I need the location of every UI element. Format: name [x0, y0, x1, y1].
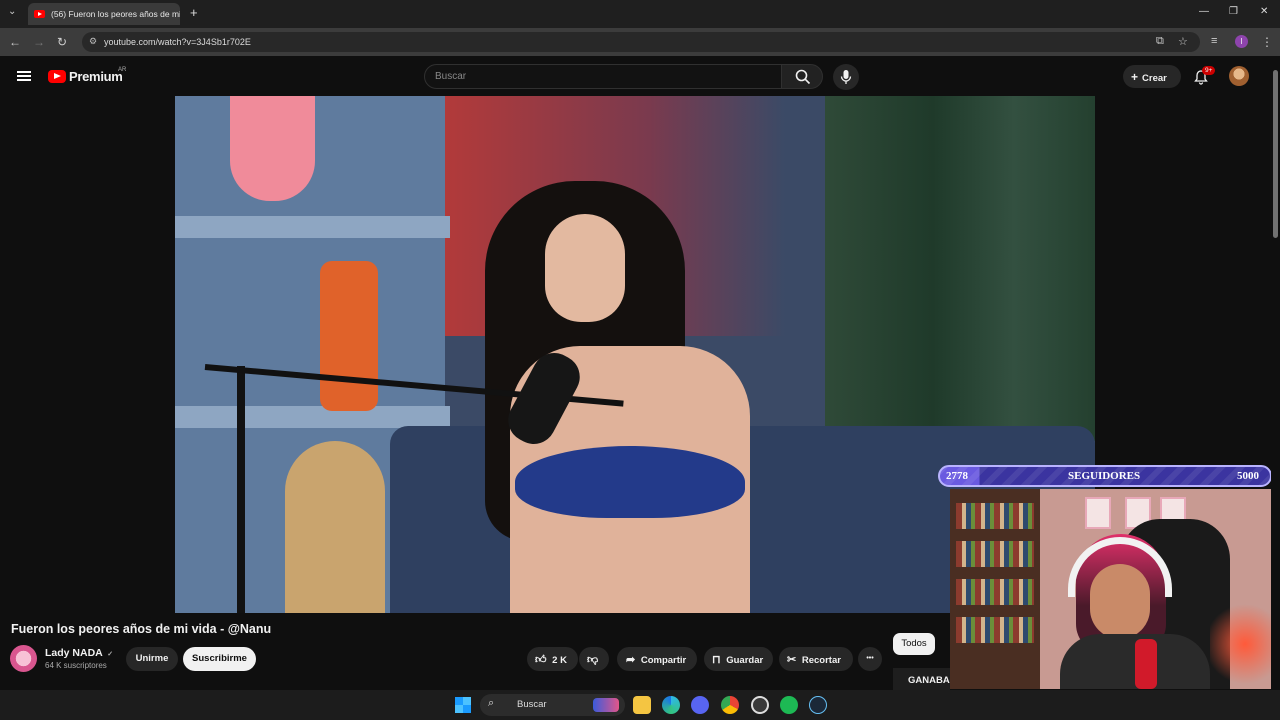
tab-title: (56) Fueron los peores años de mi vida [51, 9, 180, 19]
taskbar-search-label: Buscar [517, 699, 547, 710]
channel-avatar[interactable] [10, 645, 37, 672]
webcam-bookshelf [950, 489, 1040, 689]
search-input[interactable]: Buscar [424, 64, 782, 89]
join-button[interactable]: Unirme [126, 647, 178, 671]
youtube-favicon-icon [34, 10, 45, 18]
video-person-top [515, 446, 745, 518]
webcam-wall-frame [1085, 497, 1111, 529]
thumbs-down-icon: 👎︎ [587, 654, 599, 666]
active-tab[interactable]: (56) Fueron los peores años de mi vida ◁… [28, 3, 180, 25]
subscribe-button[interactable]: Suscribirme [183, 647, 256, 671]
file-explorer-icon[interactable] [633, 696, 651, 714]
save-label: Guardar [726, 655, 764, 666]
video-scene-pink-object [230, 96, 315, 201]
discord-icon[interactable] [691, 696, 709, 714]
taskbar-search-icon: ⌕ [488, 697, 495, 709]
video-title: Fueron los peores años de mi vida - @Nan… [11, 622, 272, 636]
video-scene-beige-vase [285, 441, 385, 613]
search-highlight-icon [593, 698, 619, 712]
back-icon[interactable]: ← [9, 35, 21, 49]
url-field[interactable]: ⚙ youtube.com/watch?v=3J4Sb1r702E [82, 32, 1200, 52]
search-icon [795, 69, 811, 85]
video-mic-stand [237, 366, 245, 613]
shelf-board [175, 216, 450, 238]
media-control-icon[interactable]: ≡ [1211, 35, 1217, 47]
browser-menu-icon[interactable]: ⋮ [1261, 35, 1273, 49]
create-label: Crear [1142, 73, 1167, 84]
webcam-microphone [1135, 639, 1157, 689]
bookmark-star-icon[interactable]: ☆ [1178, 35, 1188, 48]
brand-label[interactable]: Premium [69, 69, 123, 84]
obs-icon[interactable] [751, 696, 769, 714]
channel-name-text: Lady NADA [45, 647, 103, 659]
verified-check-icon: ✓ [107, 651, 114, 658]
scissors-icon: ✂ [787, 654, 797, 666]
forward-icon[interactable]: → [33, 35, 45, 49]
notification-badge: 9+ [1202, 66, 1216, 75]
microphone-icon [840, 70, 852, 84]
streamer-webcam [950, 489, 1280, 689]
restore-icon[interactable]: ❐ [1229, 6, 1238, 17]
chrome-icon[interactable] [721, 696, 739, 714]
hamburger-menu-icon[interactable] [17, 71, 31, 81]
install-app-icon[interactable]: ⧉ [1156, 35, 1164, 48]
shelf-board [175, 406, 450, 428]
thumbs-up-icon: 👍︎ [535, 654, 547, 666]
followers-goal-bar: 2778 SEGUIDORES 5000 [938, 465, 1272, 487]
steam-icon[interactable] [809, 696, 827, 714]
account-avatar[interactable] [1229, 66, 1249, 86]
create-button[interactable]: + Crear [1123, 65, 1181, 88]
share-label: Compartir [640, 655, 687, 666]
clip-button[interactable]: ✂ Recortar [779, 647, 853, 671]
chip-all[interactable]: Todos [893, 633, 935, 655]
tab-list-chevron-icon[interactable]: ⌄ [8, 6, 16, 17]
region-code: AR [118, 67, 127, 73]
video-scene-curtain [825, 96, 1095, 441]
subscriber-count: 64 K suscriptores [45, 661, 107, 670]
recommended-video-title[interactable]: GANABA [893, 668, 950, 690]
webcam-books [956, 541, 1034, 567]
dislike-button[interactable]: 👎︎ [579, 647, 609, 671]
new-tab-icon[interactable]: + [190, 5, 198, 20]
share-arrow-icon: ➦ [626, 654, 636, 666]
save-button[interactable]: ⊓ Guardar [704, 647, 773, 671]
followers-label: SEGUIDORES [1068, 470, 1141, 482]
video-scene-orange-vase [320, 261, 378, 411]
spotify-icon[interactable] [780, 696, 798, 714]
video-person-face [545, 214, 625, 322]
reload-icon[interactable]: ↻ [57, 35, 67, 49]
clip-label: Recortar [801, 655, 841, 666]
browser-tab-strip: ⌄ (56) Fueron los peores años de mi vida… [0, 0, 1280, 28]
webcam-books [956, 503, 1034, 529]
plus-icon: + [1131, 70, 1139, 84]
share-button[interactable]: ➦ Compartir [617, 647, 697, 671]
youtube-header: Premium AR Buscar + Crear 9+ [0, 56, 1280, 96]
webcam-books [956, 617, 1034, 643]
youtube-logo-icon[interactable] [48, 70, 66, 83]
window-close-icon[interactable]: ✕ [1260, 6, 1268, 17]
followers-goal: 5000 [1237, 470, 1259, 482]
profile-avatar-icon[interactable]: I [1235, 35, 1248, 48]
site-info-icon[interactable]: ⚙ [89, 36, 97, 47]
like-count: 2 K [552, 655, 567, 666]
minimize-icon[interactable]: — [1199, 6, 1209, 17]
scrollbar-thumb[interactable] [1273, 70, 1278, 238]
page-scrollbar[interactable] [1271, 62, 1280, 690]
webcam-red-light [1210, 599, 1280, 689]
bookmark-icon: ⊓ [712, 654, 721, 666]
more-actions-button[interactable]: ••• [858, 647, 882, 671]
search-button[interactable] [781, 64, 823, 89]
address-bar-row: ← → ↻ ⚙ youtube.com/watch?v=3J4Sb1r702E … [0, 28, 1280, 56]
channel-name[interactable]: Lady NADA ✓ [45, 647, 113, 659]
followers-current: 2778 [946, 470, 968, 482]
like-button[interactable]: 👍︎ 2 K [527, 647, 578, 671]
webcam-books [956, 579, 1034, 605]
taskbar-search[interactable]: ⌕ Buscar [480, 694, 625, 716]
windows-taskbar: ⌕ Buscar [0, 690, 1280, 720]
url-text: youtube.com/watch?v=3J4Sb1r702E [104, 37, 251, 47]
edge-browser-icon[interactable] [662, 696, 680, 714]
windows-start-icon[interactable] [455, 697, 471, 713]
voice-search-button[interactable] [833, 64, 859, 90]
